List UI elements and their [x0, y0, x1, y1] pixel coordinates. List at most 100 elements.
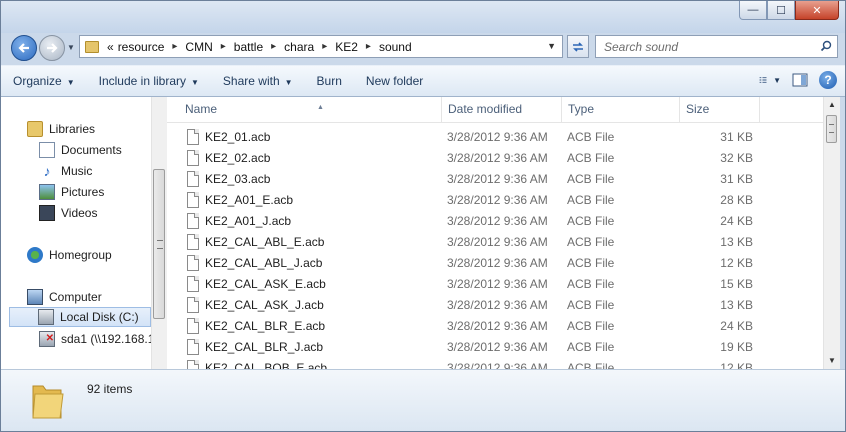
minimize-button[interactable]: —: [739, 1, 767, 20]
file-name: KE2_CAL_BLR_E.acb: [205, 319, 326, 333]
nav-network-drive[interactable]: ✕ sda1 (\\192.168.1: [39, 329, 151, 349]
new-folder-button[interactable]: New folder: [354, 74, 435, 88]
column-header-size[interactable]: Size: [680, 97, 760, 122]
file-size: 31 KB: [720, 130, 753, 144]
file-date: 3/28/2012 9:36 AM: [447, 235, 548, 249]
file-icon: [187, 318, 199, 334]
navigation-pane-scrollbar[interactable]: [151, 97, 167, 369]
breadcrumb-chara[interactable]: chara: [282, 40, 316, 54]
nav-local-disk[interactable]: Local Disk (C:): [9, 307, 151, 327]
breadcrumb-separator-icon[interactable]: ▸: [265, 41, 282, 52]
table-row[interactable]: KE2_01.acb 3/28/2012 9:36 AM ACB File 31 KB: [167, 127, 823, 148]
breadcrumb: « resource ▸ CMN ▸ battle ▸ chara ▸ KE2 …: [105, 40, 414, 54]
file-name: KE2_CAL_ABL_E.acb: [205, 235, 325, 249]
file-icon: [187, 192, 199, 208]
organize-menu[interactable]: Organize ▼: [1, 74, 87, 88]
nav-videos[interactable]: Videos: [39, 203, 97, 223]
scroll-down-button[interactable]: ▼: [824, 353, 840, 369]
chevron-down-icon: ▼: [284, 78, 293, 87]
nav-libraries[interactable]: Libraries: [27, 119, 95, 139]
breadcrumb-resource[interactable]: resource: [116, 40, 167, 54]
file-size: 24 KB: [720, 319, 753, 333]
include-in-library-menu[interactable]: Include in library ▼: [87, 74, 211, 88]
file-icon: [187, 339, 199, 355]
nav-pictures[interactable]: Pictures: [39, 182, 104, 202]
refresh-button[interactable]: [567, 35, 589, 58]
preview-pane-button[interactable]: [789, 70, 811, 90]
file-size: 19 KB: [720, 340, 753, 354]
file-type: ACB File: [567, 277, 615, 291]
hard-drive-icon: [38, 309, 54, 325]
file-name: KE2_CAL_ASK_E.acb: [205, 277, 326, 291]
recent-pages-icon[interactable]: ▼: [67, 43, 75, 52]
table-row[interactable]: KE2_CAL_BLR_J.acb 3/28/2012 9:36 AM ACB Fi…: [167, 337, 823, 358]
column-header-date[interactable]: Date modified: [442, 97, 562, 122]
scrollbar-thumb[interactable]: [826, 115, 837, 143]
table-row[interactable]: KE2_CAL_ASK_E.acb 3/28/2012 9:36 AM ACB Fi…: [167, 274, 823, 295]
share-with-menu[interactable]: Share with ▼: [211, 74, 305, 88]
address-dropdown-icon[interactable]: ▼: [547, 41, 556, 51]
sort-ascending-icon: ▲: [317, 104, 324, 111]
breadcrumb-separator-icon[interactable]: ▸: [316, 41, 333, 52]
breadcrumb-ke2[interactable]: KE2: [333, 40, 360, 54]
column-label: Name: [185, 102, 218, 116]
burn-button[interactable]: Burn: [305, 74, 354, 88]
breadcrumb-battle[interactable]: battle: [232, 40, 265, 54]
table-row[interactable]: KE2_CAL_ABL_J.acb 3/28/2012 9:36 AM ACB Fi…: [167, 253, 823, 274]
back-button[interactable]: [11, 35, 37, 61]
maximize-button[interactable]: ☐: [767, 1, 795, 20]
table-row[interactable]: KE2_A01_J.acb 3/28/2012 9:36 AM ACB File 24…: [167, 211, 823, 232]
column-header-name[interactable]: Name ▲: [179, 97, 442, 122]
breadcrumb-separator-icon[interactable]: ▸: [215, 41, 232, 52]
grip-icon: [157, 240, 163, 249]
file-name: KE2_CAL_BLR_J.acb: [205, 340, 324, 354]
table-row[interactable]: KE2_03.acb 3/28/2012 9:36 AM ACB File 31 KB: [167, 169, 823, 190]
column-header-type[interactable]: Type: [562, 97, 680, 122]
file-date: 3/28/2012 9:36 AM: [447, 319, 548, 333]
table-row[interactable]: KE2_CAL_BLR_E.acb 3/28/2012 9:36 AM ACB Fi…: [167, 316, 823, 337]
nav-computer[interactable]: Computer: [27, 287, 102, 307]
table-row[interactable]: KE2_CAL_ASK_J.acb 3/28/2012 9:36 AM ACB Fi…: [167, 295, 823, 316]
disconnected-network-drive-icon: ✕: [39, 331, 55, 347]
file-icon: [187, 276, 199, 292]
scrollbar-thumb[interactable]: [153, 169, 165, 319]
breadcrumb-separator-icon[interactable]: ▸: [360, 41, 377, 52]
file-date: 3/28/2012 9:36 AM: [447, 214, 548, 228]
forward-button[interactable]: [39, 35, 65, 61]
homegroup-icon: [27, 247, 43, 263]
file-type: ACB File: [567, 235, 615, 249]
breadcrumb-overflow[interactable]: «: [105, 40, 116, 54]
breadcrumb-cmn[interactable]: CMN: [183, 40, 214, 54]
file-type: ACB File: [567, 214, 615, 228]
view-options-button[interactable]: ▼: [759, 70, 781, 90]
nav-documents[interactable]: Documents: [39, 140, 122, 160]
file-list-scrollbar[interactable]: ▲ ▼: [823, 97, 840, 369]
table-row[interactable]: KE2_02.acb 3/28/2012 9:36 AM ACB File 32 KB: [167, 148, 823, 169]
file-size: 12 KB: [720, 256, 753, 270]
nav-homegroup[interactable]: Homegroup: [27, 245, 112, 265]
folder-icon: [32, 385, 64, 419]
help-button[interactable]: ?: [819, 71, 837, 89]
search-icon[interactable]: [820, 40, 832, 52]
table-row[interactable]: KE2_CAL_BOB_E.acb 3/28/2012 9:36 AM ACB Fi…: [167, 358, 823, 369]
breadcrumb-sound[interactable]: sound: [377, 40, 414, 54]
file-type: ACB File: [567, 193, 615, 207]
file-type: ACB File: [567, 151, 615, 165]
column-label: Size: [686, 102, 710, 116]
search-input[interactable]: [602, 39, 806, 55]
scroll-up-button[interactable]: ▲: [824, 97, 840, 113]
file-name: KE2_CAL_ASK_J.acb: [205, 298, 324, 312]
table-row[interactable]: KE2_CAL_ABL_E.acb 3/28/2012 9:36 AM ACB Fi…: [167, 232, 823, 253]
toolbar-right: ▼ ?: [759, 70, 837, 90]
table-row[interactable]: KE2_A01_E.acb 3/28/2012 9:36 AM ACB File 28…: [167, 190, 823, 211]
preview-pane-icon: [792, 73, 808, 87]
nav-music[interactable]: ♪ Music: [39, 161, 93, 181]
chevron-down-icon[interactable]: ▼: [773, 76, 781, 85]
search-box[interactable]: [595, 35, 838, 58]
file-list: Name ▲ Date modified Type Size KE2_01.ac…: [167, 97, 823, 369]
breadcrumb-separator-icon[interactable]: ▸: [166, 41, 183, 52]
file-icon: [187, 171, 199, 187]
close-button[interactable]: ✕: [795, 1, 839, 20]
title-bar[interactable]: — ☐ ✕: [1, 1, 845, 33]
address-bar[interactable]: « resource ▸ CMN ▸ battle ▸ chara ▸ KE2 …: [79, 35, 563, 58]
